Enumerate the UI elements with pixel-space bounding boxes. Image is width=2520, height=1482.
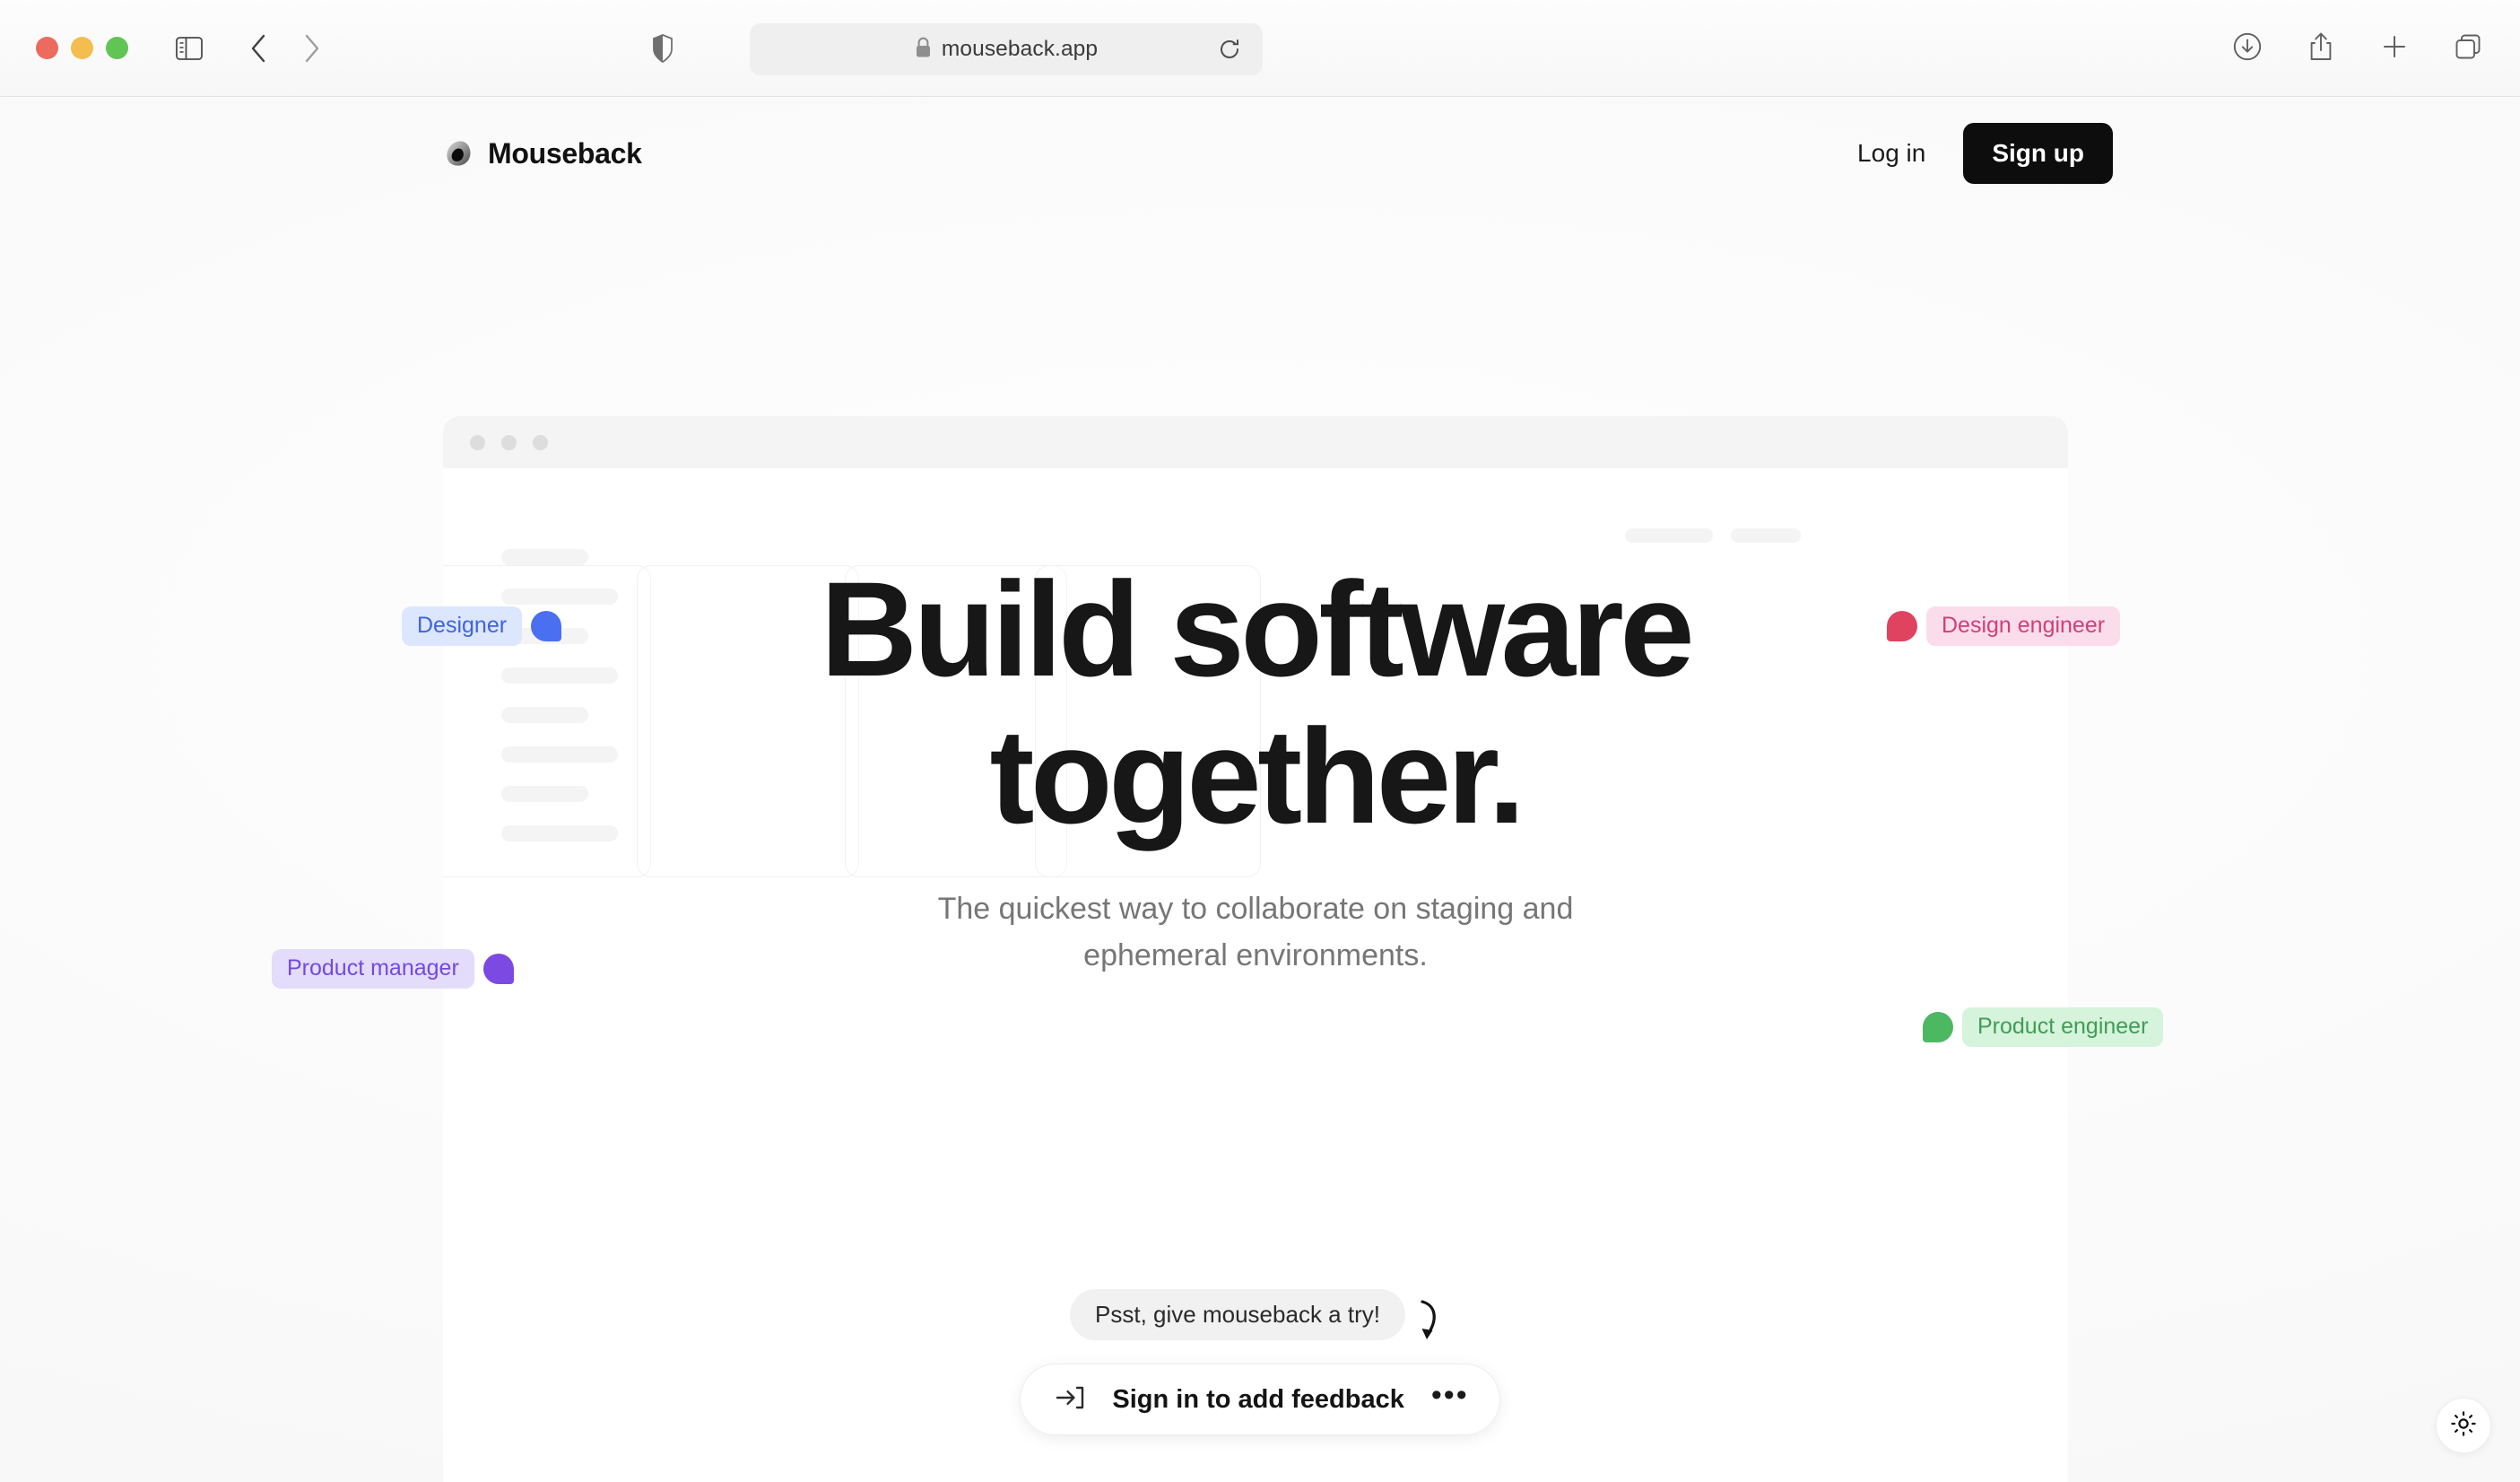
- login-link[interactable]: Log in: [1850, 128, 1933, 179]
- close-window-button[interactable]: [36, 37, 58, 59]
- signup-button[interactable]: Sign up: [1963, 123, 2113, 184]
- psst-tooltip: Psst, give mouseback a try!: [1070, 1289, 1405, 1340]
- site-header: Mouseback Log in Sign up: [0, 97, 2520, 210]
- signin-feedback-label: Sign in to add feedback: [1112, 1384, 1404, 1414]
- sidebar-toggle-icon[interactable]: [166, 25, 213, 72]
- presence-label: Product engineer: [1962, 1007, 2164, 1047]
- hero-title-line1: Build software: [820, 554, 1695, 704]
- login-arrow-icon: [1055, 1384, 1085, 1416]
- cursor-pointer-icon: [1887, 610, 1917, 641]
- cursor-pointer-icon: [1923, 1011, 1953, 1042]
- mock-dot: [533, 434, 548, 450]
- shield-icon[interactable]: [639, 25, 686, 72]
- window-traffic-lights: [36, 37, 128, 59]
- feedback-widget: Psst, give mouseback a try! Sign in to a…: [0, 1289, 2520, 1435]
- presence-label: Design engineer: [1926, 606, 2121, 646]
- curved-arrow-down-icon: [1414, 1298, 1450, 1348]
- signin-feedback-bar[interactable]: Sign in to add feedback •••: [1020, 1364, 1500, 1435]
- page-title: Build software together.: [807, 554, 1704, 851]
- cursor-pointer-icon: [482, 953, 514, 984]
- browser-right-actions: [2224, 23, 2491, 70]
- psst-row: Psst, give mouseback a try!: [1070, 1289, 1450, 1340]
- mock-dot: [501, 434, 517, 450]
- presence-label: Product manager: [272, 949, 474, 989]
- more-options-button[interactable]: •••: [1431, 1380, 1469, 1412]
- theme-toggle-button[interactable]: [2436, 1398, 2491, 1453]
- url-text: mouseback.app: [941, 37, 1099, 61]
- downloads-icon[interactable]: [2224, 23, 2271, 70]
- hero-title-line2: together.: [989, 700, 1525, 851]
- presence-cursor-designer: Designer: [402, 606, 562, 646]
- hero-section: Build software together. The quickest wa…: [443, 468, 2068, 979]
- browser-toolbar: mouseback.app: [0, 0, 2520, 97]
- maximize-window-button[interactable]: [106, 37, 128, 59]
- mouseback-logo-icon: [443, 139, 473, 169]
- forward-arrow-icon[interactable]: [288, 25, 335, 72]
- presence-cursor-product-manager: Product manager: [272, 949, 514, 989]
- brand[interactable]: Mouseback: [443, 137, 642, 170]
- url-bar[interactable]: mouseback.app: [750, 23, 1263, 75]
- mock-window-titlebar: [443, 416, 2068, 468]
- header-actions: Log in Sign up: [1850, 123, 2113, 184]
- share-icon[interactable]: [2298, 23, 2344, 70]
- presence-cursor-product-engineer: Product engineer: [1923, 1007, 2164, 1047]
- presence-label: Designer: [402, 606, 523, 646]
- presence-cursor-design-engineer: Design engineer: [1887, 606, 2121, 646]
- reload-icon[interactable]: [1212, 32, 1247, 66]
- tab-overview-icon[interactable]: [2445, 23, 2491, 70]
- hero-subtitle: The quickest way to collaborate on stagi…: [937, 892, 1574, 973]
- brand-name: Mouseback: [488, 136, 642, 170]
- back-arrow-icon[interactable]: [236, 25, 282, 72]
- page-content: Mouseback Log in Sign up Build software …: [0, 97, 2520, 1482]
- sun-icon: [2450, 1410, 2477, 1442]
- lock-icon: [915, 37, 932, 63]
- minimize-window-button[interactable]: [71, 37, 93, 59]
- cursor-pointer-icon: [531, 610, 562, 641]
- new-tab-icon[interactable]: [2371, 23, 2418, 70]
- mock-dot: [470, 434, 485, 450]
